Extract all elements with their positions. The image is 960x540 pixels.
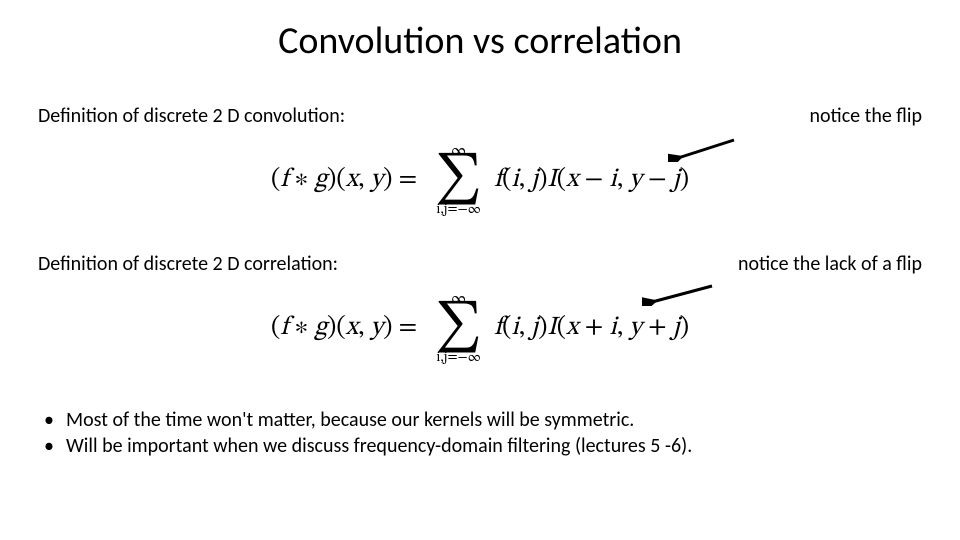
eq2-ry: y [629,315,642,341]
definition-row-correlation: Definition of discrete 2 D correlation: … [38,252,922,276]
eq2-rc1: , [519,315,531,341]
bullet-list: • Most of the time won't matter, because… [38,408,922,458]
bullet-text-2: Will be important when we discuss freque… [66,434,922,458]
eq1-lparen: ( [271,167,280,193]
eq1-rf: f [494,167,502,193]
arrow-left-icon [642,282,716,306]
eq2-rf: f [494,315,502,341]
eq2-g: g [314,315,327,341]
slide: Convolution vs correlation Definition of… [0,0,960,540]
eq1-ry: y [629,167,642,193]
eq2-rI: I [547,315,556,341]
sigma-icon: ∑ [435,159,482,199]
eq1-end: ) = [383,167,417,193]
eq2-rcl1: ) [538,315,547,341]
bullet-item: • Most of the time won't matter, because… [44,408,922,432]
eq1-sum-bot: i,j=−∞ [436,203,481,217]
eq1-close1: )( [327,167,346,193]
eq1-ri2: i [609,167,616,193]
eq1-x: x [346,167,358,193]
eq1-ro2: ( [557,167,566,193]
bullet-icon: • [44,408,66,432]
note-no-flip: notice the lack of a flip [738,252,922,276]
eq1-rc1: , [519,167,531,193]
eq2-op1: + [578,315,609,341]
equation-convolution: (f ∗ g)(x, y) = ∞ ∑ i,j=−∞ f(i, j)I(x − … [271,143,689,217]
eq2-close1: )( [327,315,346,341]
eq1-rcl1: ) [538,167,547,193]
eq2-comma1: , [358,315,370,341]
eq2-rx: x [566,315,578,341]
bullet-icon: • [44,434,66,458]
eq2-lparen: ( [271,315,280,341]
eq1-comma1: , [358,167,370,193]
definition-row-convolution: Definition of discrete 2 D convolution: … [38,104,922,128]
eq2-x: x [346,315,358,341]
note-flip: notice the flip [810,104,923,128]
eq2-op2: + [642,315,673,341]
eq2-sum: ∞ ∑ i,j=−∞ [435,291,482,365]
eq2-rcl2: ) [680,315,689,341]
eq1-rcl2: ) [680,167,689,193]
eq1-op1: − [578,167,609,193]
eq2-star: ∗ [288,315,314,341]
definition-label-correlation: Definition of discrete 2 D correlation: [38,252,338,276]
eq1-star: ∗ [288,167,314,193]
slide-title: Convolution vs correlation [38,18,922,64]
eq2-ro2: ( [557,315,566,341]
eq1-g: g [314,167,327,193]
eq1-y: y [371,167,384,193]
eq1-sum: ∞ ∑ i,j=−∞ [435,143,482,217]
eq2-end: ) = [383,315,417,341]
arrow-left-icon [668,136,738,162]
equation-correlation-wrap: (f ∗ g)(x, y) = ∞ ∑ i,j=−∞ f(i, j)I(x + … [38,278,922,378]
eq2-rj2: j [673,315,680,341]
eq2-ri: i [511,315,518,341]
bullet-text-1: Most of the time won't matter, because o… [66,408,922,432]
equation-correlation: (f ∗ g)(x, y) = ∞ ∑ i,j=−∞ f(i, j)I(x + … [271,291,689,365]
eq1-rx: x [566,167,578,193]
eq1-rI: I [547,167,556,193]
definition-label-convolution: Definition of discrete 2 D convolution: [38,104,345,128]
bullet-item: • Will be important when we discuss freq… [44,434,922,458]
eq1-rj2: j [673,167,680,193]
eq1-ro1: ( [502,167,511,193]
eq1-ri: i [511,167,518,193]
eq1-op2: − [642,167,673,193]
eq2-sum-bot: i,j=−∞ [436,351,481,365]
eq2-ro1: ( [502,315,511,341]
eq2-ri2: i [609,315,616,341]
eq2-y: y [371,315,384,341]
sigma-icon: ∑ [435,307,482,347]
equation-convolution-wrap: (f ∗ g)(x, y) = ∞ ∑ i,j=−∞ f(i, j)I(x − … [38,130,922,230]
eq2-rc2: , [617,315,629,341]
eq1-rc2: , [617,167,629,193]
